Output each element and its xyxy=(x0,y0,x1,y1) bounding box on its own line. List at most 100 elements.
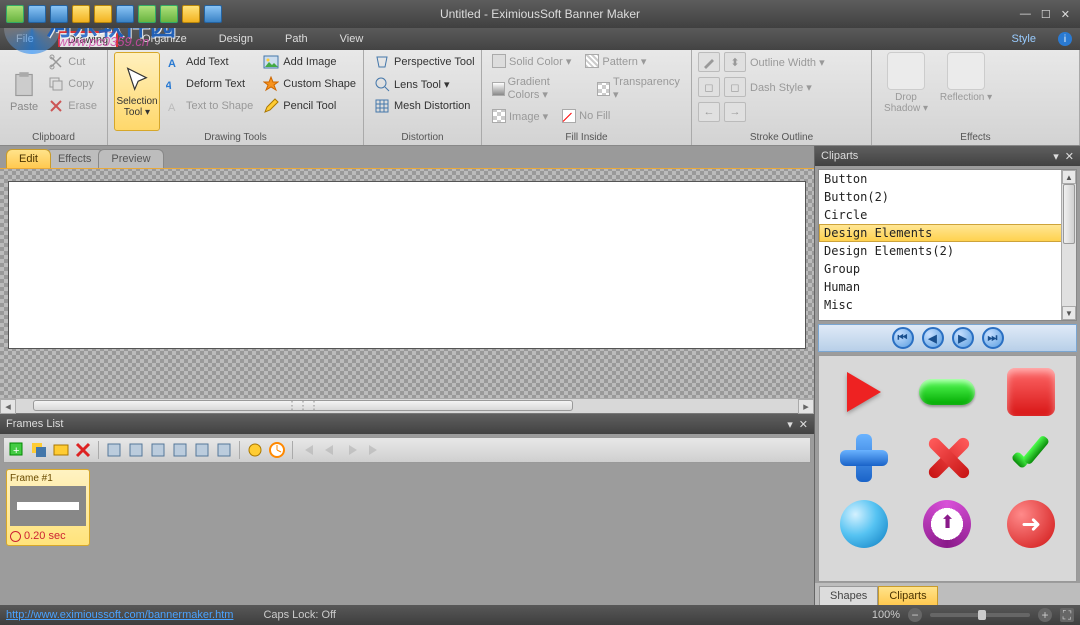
copy-button[interactable]: Copy xyxy=(44,74,101,94)
pencil-tool-button[interactable]: Pencil Tool xyxy=(259,96,359,116)
perspective-tool-button[interactable]: Perspective Tool xyxy=(370,52,479,72)
arrow-start-button[interactable]: ← xyxy=(698,102,720,122)
qat-open-icon[interactable] xyxy=(28,5,46,23)
solid-color-button[interactable]: Solid Color ▾ xyxy=(488,52,575,70)
custom-shape-button[interactable]: Custom Shape xyxy=(259,74,359,94)
zoom-in-button[interactable]: + xyxy=(1038,608,1052,622)
banner-canvas[interactable] xyxy=(8,181,806,349)
dash-style-dropdown[interactable]: Dash Style ▾ xyxy=(750,81,812,94)
frame-op3-icon[interactable] xyxy=(149,441,167,459)
list-item[interactable]: Group xyxy=(819,260,1076,278)
close-button[interactable]: ✕ xyxy=(1061,8,1070,21)
cliparts-list-scrollbar[interactable]: ▲ ▼ xyxy=(1061,170,1076,320)
scroll-down-button[interactable]: ▼ xyxy=(1062,306,1076,320)
style-dropdown[interactable]: Style xyxy=(1012,33,1036,45)
menu-drawing[interactable]: Drawing xyxy=(58,31,118,47)
selection-tool-button[interactable]: Selection Tool ▾ xyxy=(114,52,160,131)
list-item[interactable]: Circle xyxy=(819,206,1076,224)
gradient-button[interactable]: Gradient Colors ▾ xyxy=(488,74,587,103)
qat-new-icon[interactable] xyxy=(6,5,24,23)
scroll-right-button[interactable]: ▸ xyxy=(798,399,814,414)
menu-file[interactable]: File xyxy=(8,31,42,47)
cap-button[interactable]: ◻ xyxy=(698,77,720,97)
no-fill-button[interactable]: No Fill xyxy=(558,107,614,125)
frame-card[interactable]: Frame #1 0.20 sec xyxy=(6,469,90,546)
menu-design[interactable]: Design xyxy=(211,31,261,47)
clipart-red-x[interactable] xyxy=(909,428,987,488)
horizontal-scrollbar[interactable]: ◂ ⋮⋮⋮ ▸ xyxy=(0,398,814,413)
transparency-button[interactable]: Transparency ▾ xyxy=(593,74,685,103)
scroll-thumb[interactable]: ⋮⋮⋮ xyxy=(33,400,573,411)
qat-undo-icon[interactable] xyxy=(72,5,90,23)
zoom-slider[interactable] xyxy=(930,613,1030,617)
qat-help-icon[interactable] xyxy=(204,5,222,23)
cliparts-close-button[interactable]: ✕ xyxy=(1065,150,1074,163)
canvas-area[interactable]: ◂ ⋮⋮⋮ ▸ xyxy=(0,168,814,413)
cut-button[interactable]: Cut xyxy=(44,52,101,72)
duplicate-frame-icon[interactable] xyxy=(30,441,48,459)
list-item[interactable]: Misc xyxy=(819,296,1076,314)
help-icon[interactable]: i xyxy=(1058,32,1072,46)
lens-tool-button[interactable]: Lens Tool ▾ xyxy=(370,74,479,94)
add-image-button[interactable]: Add Image xyxy=(259,52,359,72)
status-link[interactable]: http://www.eximioussoft.com/bannermaker.… xyxy=(6,609,233,621)
frame-op4-icon[interactable] xyxy=(171,441,189,459)
clipart-blue-sphere[interactable] xyxy=(825,494,903,554)
scroll-left-button[interactable]: ◂ xyxy=(0,399,16,414)
menu-view[interactable]: View xyxy=(332,31,372,47)
import-frame-icon[interactable] xyxy=(52,441,70,459)
scroll-thumb[interactable] xyxy=(1063,184,1075,244)
frame-timer-icon[interactable] xyxy=(268,441,286,459)
frame-op2-icon[interactable] xyxy=(127,441,145,459)
qat-redo-icon[interactable] xyxy=(94,5,112,23)
frame-prev-icon[interactable] xyxy=(321,441,339,459)
clipart-play[interactable] xyxy=(825,362,903,422)
clipart-red-square[interactable] xyxy=(992,362,1070,422)
qat-export-icon[interactable] xyxy=(116,5,134,23)
outline-width-dropdown[interactable]: Outline Width ▾ xyxy=(750,56,825,69)
pattern-button[interactable]: Pattern ▾ xyxy=(581,52,650,70)
zoom-fit-button[interactable]: ⛶ xyxy=(1060,608,1074,622)
nav-last-button[interactable]: ⏭ xyxy=(982,327,1004,349)
deform-text-button[interactable]: ADeform Text xyxy=(162,74,257,94)
clipart-red-arrow[interactable]: ➜ xyxy=(992,494,1070,554)
frame-first-icon[interactable] xyxy=(299,441,317,459)
clipart-blue-plus[interactable] xyxy=(825,428,903,488)
list-item[interactable]: Design Elements xyxy=(819,224,1076,242)
tab-edit[interactable]: Edit xyxy=(6,149,51,168)
paste-button[interactable]: Paste xyxy=(6,52,42,131)
frame-op5-icon[interactable] xyxy=(193,441,211,459)
join-button[interactable]: ◻ xyxy=(724,77,746,97)
frame-settings-icon[interactable] xyxy=(246,441,264,459)
qat-cart-icon[interactable] xyxy=(182,5,200,23)
stroke-color-button[interactable] xyxy=(698,52,720,72)
qat-save-icon[interactable] xyxy=(50,5,68,23)
tab-preview[interactable]: Preview xyxy=(98,149,163,168)
nav-prev-button[interactable]: ◀ xyxy=(922,327,944,349)
clipart-purple-ring[interactable]: ⬆ xyxy=(909,494,987,554)
delete-frame-icon[interactable] xyxy=(74,441,92,459)
mesh-distortion-button[interactable]: Mesh Distortion xyxy=(370,96,479,116)
tab-shapes[interactable]: Shapes xyxy=(819,586,878,605)
drop-shadow-button[interactable]: Drop Shadow ▾ xyxy=(878,52,934,131)
frame-next-icon[interactable] xyxy=(343,441,361,459)
reflection-button[interactable]: Reflection ▾ xyxy=(938,52,994,131)
tab-cliparts[interactable]: Cliparts xyxy=(878,586,937,605)
frame-last-icon[interactable] xyxy=(365,441,383,459)
cliparts-menu-button[interactable]: ▾ xyxy=(1053,150,1059,163)
arrow-end-button[interactable]: → xyxy=(724,102,746,122)
scroll-up-button[interactable]: ▲ xyxy=(1062,170,1076,184)
list-item[interactable]: Design Elements(2) xyxy=(819,242,1076,260)
text-to-shape-button[interactable]: AText to Shape xyxy=(162,96,257,116)
minimize-button[interactable]: — xyxy=(1020,8,1031,21)
list-item[interactable]: Button(2) xyxy=(819,188,1076,206)
frames-panel-menu-button[interactable]: ▾ xyxy=(787,418,793,431)
add-frame-icon[interactable]: + xyxy=(8,441,26,459)
frame-op6-icon[interactable] xyxy=(215,441,233,459)
nav-next-button[interactable]: ▶ xyxy=(952,327,974,349)
clipart-green-pill[interactable] xyxy=(909,362,987,422)
nav-first-button[interactable]: ⏮ xyxy=(892,327,914,349)
tab-effects[interactable]: Effects xyxy=(45,149,104,168)
image-fill-button[interactable]: Image ▾ xyxy=(488,107,552,125)
qat-print-icon[interactable] xyxy=(138,5,156,23)
